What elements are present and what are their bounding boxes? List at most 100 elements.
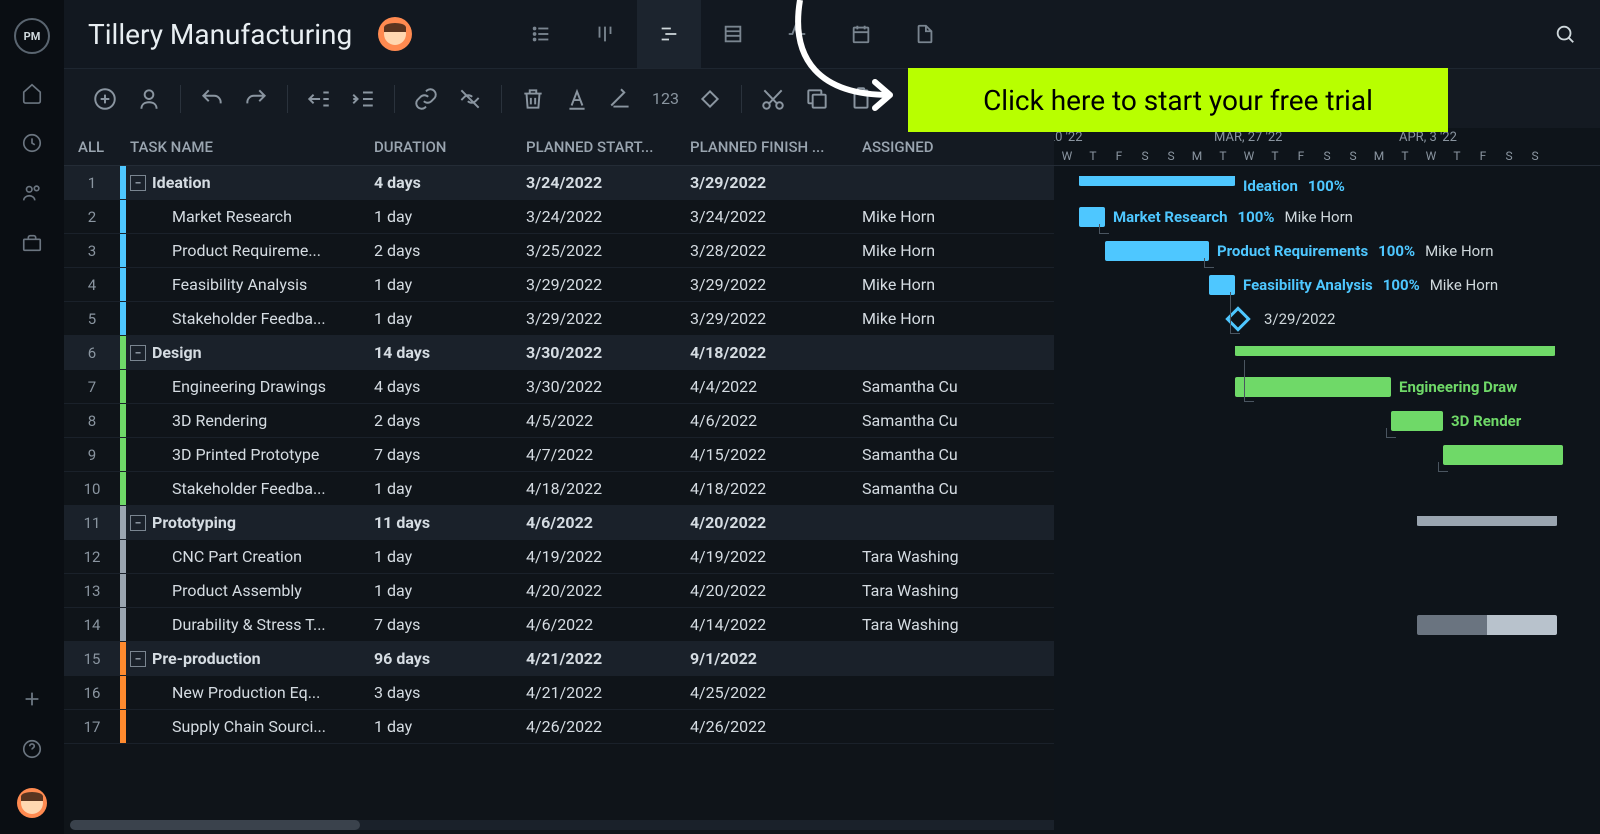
- finish-cell: 4/14/2022: [690, 615, 862, 634]
- gantt-summary-bar[interactable]: [1417, 516, 1557, 526]
- help-icon[interactable]: [21, 738, 43, 760]
- sheet-view-tab[interactable]: [701, 0, 765, 68]
- unlink-icon[interactable]: [457, 86, 483, 112]
- plus-icon[interactable]: [21, 688, 43, 710]
- col-duration[interactable]: DURATION: [374, 138, 526, 156]
- col-all[interactable]: ALL: [64, 138, 120, 156]
- task-name-cell: Product Requireme...: [126, 241, 374, 260]
- task-row[interactable]: 12 CNC Part Creation 1 day 4/19/2022 4/1…: [64, 540, 1054, 574]
- task-name-cell: − Pre-production: [126, 649, 374, 668]
- task-row[interactable]: 3 Product Requireme... 2 days 3/25/2022 …: [64, 234, 1054, 268]
- duration-cell: 4 days: [374, 377, 526, 396]
- collapse-icon[interactable]: −: [130, 175, 146, 191]
- gantt-task-bar[interactable]: 3D Render: [1391, 411, 1443, 431]
- milestone-icon[interactable]: [697, 86, 723, 112]
- cta-banner[interactable]: Click here to start your free trial: [908, 68, 1448, 132]
- gantt-task-bar[interactable]: [1443, 445, 1563, 465]
- assign-icon[interactable]: [136, 86, 162, 112]
- gantt-task-bar[interactable]: Engineering Draw: [1235, 377, 1391, 397]
- gantt-row: [1054, 472, 1600, 506]
- collapse-icon[interactable]: −: [130, 345, 146, 361]
- task-row[interactable]: 11 − Prototyping 11 days 4/6/2022 4/20/2…: [64, 506, 1054, 540]
- task-row[interactable]: 4 Feasibility Analysis 1 day 3/29/2022 3…: [64, 268, 1054, 302]
- collapse-icon[interactable]: −: [130, 515, 146, 531]
- task-row[interactable]: 5 Stakeholder Feedba... 1 day 3/29/2022 …: [64, 302, 1054, 336]
- duration-cell: 7 days: [374, 445, 526, 464]
- timeline-day-label: S: [1522, 149, 1548, 163]
- timeline-month-label: R, 20 '22: [1054, 130, 1083, 145]
- task-row[interactable]: 8 3D Rendering 2 days 4/5/2022 4/6/2022 …: [64, 404, 1054, 438]
- col-planned-finish[interactable]: PLANNED FINISH ...: [690, 138, 862, 156]
- gantt-task-bar[interactable]: [1417, 615, 1557, 635]
- duration-cell: 96 days: [374, 649, 526, 668]
- task-row[interactable]: 2 Market Research 1 day 3/24/2022 3/24/2…: [64, 200, 1054, 234]
- activity-view-tab[interactable]: [765, 0, 829, 68]
- start-cell: 4/26/2022: [526, 717, 690, 736]
- gantt-view-tab[interactable]: [637, 0, 701, 68]
- task-row[interactable]: 7 Engineering Drawings 4 days 3/30/2022 …: [64, 370, 1054, 404]
- search-icon[interactable]: [1554, 23, 1576, 45]
- start-cell: 4/6/2022: [526, 615, 690, 634]
- assigned-cell: Mike Horn: [862, 275, 1012, 294]
- task-row[interactable]: 16 New Production Eq... 3 days 4/21/2022…: [64, 676, 1054, 710]
- collapse-icon[interactable]: −: [130, 651, 146, 667]
- text-color-icon[interactable]: [564, 86, 590, 112]
- task-row[interactable]: 9 3D Printed Prototype 7 days 4/7/2022 4…: [64, 438, 1054, 472]
- duration-cell: 1 day: [374, 479, 526, 498]
- start-cell: 4/21/2022: [526, 683, 690, 702]
- task-name-cell: Feasibility Analysis: [126, 275, 374, 294]
- redo-icon[interactable]: [243, 86, 269, 112]
- task-row[interactable]: 1 − Ideation 4 days 3/24/2022 3/29/2022: [64, 166, 1054, 200]
- gantt-summary-bar[interactable]: [1235, 346, 1555, 356]
- file-view-tab[interactable]: [893, 0, 957, 68]
- col-planned-start[interactable]: PLANNED START...: [526, 138, 690, 156]
- task-name-cell: Stakeholder Feedba...: [126, 309, 374, 328]
- assigned-cell: Tara Washing: [862, 581, 1012, 600]
- col-assigned[interactable]: ASSIGNED: [862, 138, 1012, 156]
- timeline-day-label: S: [1158, 149, 1184, 163]
- finish-cell: 4/4/2022: [690, 377, 862, 396]
- indent-icon[interactable]: [350, 86, 376, 112]
- row-index: 7: [64, 378, 120, 396]
- col-task-name[interactable]: TASK NAME: [120, 138, 374, 156]
- row-index: 10: [64, 480, 120, 498]
- board-view-tab[interactable]: [573, 0, 637, 68]
- list-view-tab[interactable]: [509, 0, 573, 68]
- timeline-month-label: APR, 3 '22: [1399, 130, 1457, 145]
- gantt-summary-bar[interactable]: Ideation100%: [1079, 176, 1235, 186]
- gantt-row: [1054, 642, 1600, 676]
- clock-icon[interactable]: [21, 132, 43, 154]
- toolbar-number: 123: [652, 89, 679, 108]
- task-row[interactable]: 17 Supply Chain Sourci... 1 day 4/26/202…: [64, 710, 1054, 744]
- task-row[interactable]: 15 − Pre-production 96 days 4/21/2022 9/…: [64, 642, 1054, 676]
- link-icon[interactable]: [413, 86, 439, 112]
- undo-icon[interactable]: [199, 86, 225, 112]
- row-index: 9: [64, 446, 120, 464]
- row-index: 16: [64, 684, 120, 702]
- paste-icon[interactable]: [848, 86, 874, 112]
- finish-cell: 4/18/2022: [690, 343, 862, 362]
- copy-icon[interactable]: [804, 86, 830, 112]
- horizontal-scrollbar[interactable]: [70, 820, 1054, 830]
- people-icon[interactable]: [21, 182, 43, 204]
- add-task-icon[interactable]: [92, 86, 118, 112]
- home-icon[interactable]: [21, 82, 43, 104]
- app-logo[interactable]: PM: [14, 18, 50, 54]
- timeline-day-label: T: [1262, 149, 1288, 163]
- delete-icon[interactable]: [520, 86, 546, 112]
- task-row[interactable]: 13 Product Assembly 1 day 4/20/2022 4/20…: [64, 574, 1054, 608]
- row-index: 6: [64, 344, 120, 362]
- start-cell: 4/6/2022: [526, 513, 690, 532]
- gantt-task-bar[interactable]: Product Requirements100%Mike Horn: [1105, 241, 1209, 261]
- briefcase-icon[interactable]: [21, 232, 43, 254]
- highlight-icon[interactable]: [608, 86, 634, 112]
- cut-icon[interactable]: [760, 86, 786, 112]
- task-row[interactable]: 14 Durability & Stress T... 7 days 4/6/2…: [64, 608, 1054, 642]
- task-row[interactable]: 10 Stakeholder Feedba... 1 day 4/18/2022…: [64, 472, 1054, 506]
- calendar-view-tab[interactable]: [829, 0, 893, 68]
- assigned-cell: Mike Horn: [862, 309, 1012, 328]
- user-avatar-small[interactable]: [17, 788, 47, 818]
- project-avatar[interactable]: [378, 17, 412, 51]
- task-row[interactable]: 6 − Design 14 days 3/30/2022 4/18/2022: [64, 336, 1054, 370]
- outdent-icon[interactable]: [306, 86, 332, 112]
